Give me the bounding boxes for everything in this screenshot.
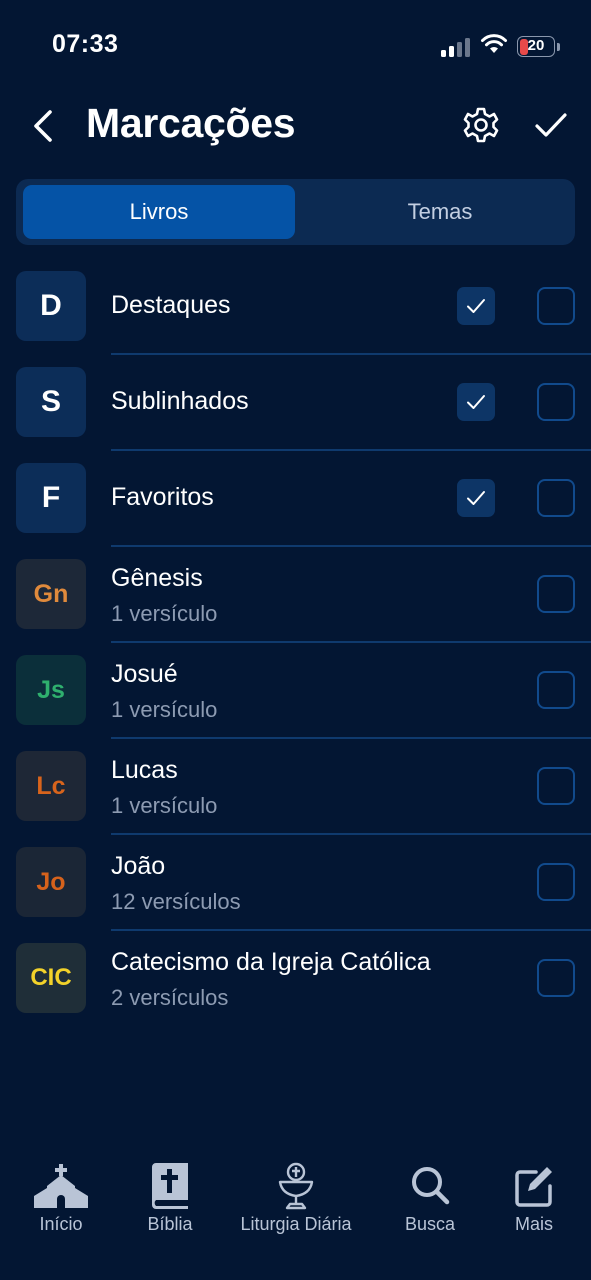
list-item-title: Catecismo da Igreja Católica bbox=[111, 948, 431, 976]
list-item-title: Sublinhados bbox=[111, 387, 249, 415]
battery-icon: 20 bbox=[517, 36, 555, 57]
tab-label: Início bbox=[39, 1214, 83, 1234]
search-icon bbox=[412, 1167, 450, 1205]
list-item-subtitle: 2 versículos bbox=[111, 985, 229, 1010]
list-item[interactable]: Lc Lucas 1 versículo bbox=[0, 739, 591, 835]
list-item-subtitle: 12 versículos bbox=[111, 889, 241, 914]
list-item-title: Gênesis bbox=[111, 564, 203, 592]
list-item-subtitle: 1 versículo bbox=[111, 601, 218, 626]
tab-label: Bíblia bbox=[147, 1214, 193, 1234]
checkbox-unchecked[interactable] bbox=[537, 479, 575, 517]
list-item[interactable]: Js Josué 1 versículo bbox=[0, 643, 591, 739]
tab-label: Mais bbox=[514, 1214, 553, 1234]
list-item-title: Favoritos bbox=[111, 483, 214, 511]
checkbox-unchecked[interactable] bbox=[537, 863, 575, 901]
tab-biblia[interactable]: Bíblia bbox=[134, 1150, 206, 1250]
checkbox-unchecked[interactable] bbox=[537, 959, 575, 997]
back-button[interactable] bbox=[26, 104, 66, 148]
book-abbr-badge: F bbox=[16, 463, 86, 533]
checkbox-checked[interactable] bbox=[457, 479, 495, 517]
list-item-title: Josué bbox=[111, 660, 178, 688]
tab-inicio[interactable]: Início bbox=[20, 1150, 102, 1250]
church-icon bbox=[34, 1164, 88, 1208]
edit-icon bbox=[515, 1167, 552, 1207]
list-item[interactable]: F Favoritos bbox=[0, 451, 591, 547]
segmented-control: Livros Temas bbox=[16, 179, 575, 245]
wifi-icon bbox=[481, 34, 507, 53]
checkmark-icon bbox=[467, 299, 485, 313]
list-item-subtitle: 1 versículo bbox=[111, 697, 218, 722]
list-item[interactable]: Gn Gênesis 1 versículo bbox=[0, 547, 591, 643]
tab-liturgia-diaria[interactable]: Liturgia Diária bbox=[230, 1150, 362, 1250]
tab-label: Liturgia Diária bbox=[240, 1214, 352, 1234]
done-check-icon[interactable] bbox=[532, 106, 570, 144]
list-item-title: João bbox=[111, 852, 166, 880]
checkbox-unchecked[interactable] bbox=[537, 575, 575, 613]
page-title: Marcações bbox=[86, 100, 296, 146]
status-bar: 07:33 20 bbox=[0, 0, 591, 90]
battery-level: 20 bbox=[527, 37, 545, 54]
bottom-tab-bar: Início Bíblia Liturgia Diária Busca Mais bbox=[0, 1150, 591, 1280]
cellular-signal-icon bbox=[441, 37, 471, 57]
checkbox-checked[interactable] bbox=[457, 287, 495, 325]
checkmark-icon bbox=[467, 395, 485, 409]
list-item-subtitle: 1 versículo bbox=[111, 793, 218, 818]
book-abbr-badge: Gn bbox=[16, 559, 86, 629]
checkbox-unchecked[interactable] bbox=[537, 671, 575, 709]
book-abbr-badge: D bbox=[16, 271, 86, 341]
checkbox-checked[interactable] bbox=[457, 383, 495, 421]
book-abbr-badge: S bbox=[16, 367, 86, 437]
list-item[interactable]: Jo João 12 versículos bbox=[0, 835, 591, 931]
list-item[interactable]: CIC Catecismo da Igreja Católica 2 versí… bbox=[0, 931, 591, 1027]
book-abbr-badge: Jo bbox=[16, 847, 86, 917]
tab-label: Busca bbox=[404, 1214, 456, 1234]
checkbox-unchecked[interactable] bbox=[537, 383, 575, 421]
chalice-icon bbox=[278, 1162, 314, 1210]
tab-mais[interactable]: Mais bbox=[498, 1150, 570, 1250]
settings-gear-icon[interactable] bbox=[460, 104, 502, 146]
book-abbr-badge: CIC bbox=[16, 943, 86, 1013]
status-time: 07:33 bbox=[52, 30, 119, 58]
checkbox-unchecked[interactable] bbox=[537, 287, 575, 325]
checkbox-unchecked[interactable] bbox=[537, 767, 575, 805]
list-item-title: Destaques bbox=[111, 291, 231, 319]
tab-temas[interactable]: Temas bbox=[304, 185, 576, 239]
bible-icon bbox=[152, 1163, 188, 1209]
book-abbr-badge: Js bbox=[16, 655, 86, 725]
list-item-title: Lucas bbox=[111, 756, 178, 784]
tab-busca[interactable]: Busca bbox=[394, 1150, 466, 1250]
checkmark-icon bbox=[467, 491, 485, 505]
list-item[interactable]: S Sublinhados bbox=[0, 355, 591, 451]
tab-livros[interactable]: Livros bbox=[23, 185, 295, 239]
book-abbr-badge: Lc bbox=[16, 751, 86, 821]
list-item[interactable]: D Destaques bbox=[0, 259, 591, 355]
